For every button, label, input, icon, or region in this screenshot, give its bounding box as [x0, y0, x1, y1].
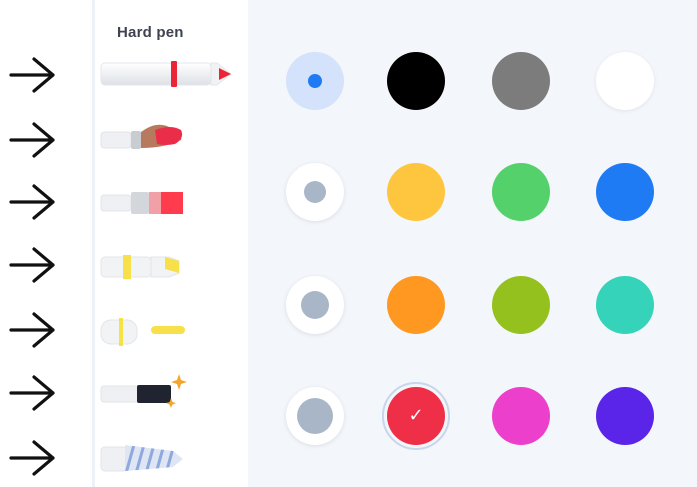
paintbrush-icon [100, 124, 183, 149]
tool-title: Hard pen [117, 24, 184, 41]
color-swatch-white[interactable] [596, 52, 654, 110]
arrow-right-icon [8, 182, 60, 222]
color-swatch-lime[interactable] [492, 276, 550, 334]
brush-size-2[interactable] [286, 163, 344, 221]
brush-size-4[interactable] [286, 387, 344, 445]
arrow-right-icon [8, 120, 60, 160]
color-swatch-purple[interactable] [596, 387, 654, 445]
annotation-arrows [0, 0, 92, 487]
arrow-right-icon [8, 55, 60, 95]
color-swatch-yellow[interactable] [387, 163, 445, 221]
color-swatch-orange[interactable] [387, 276, 445, 334]
color-swatch-red[interactable]: ✓ [387, 387, 445, 445]
tool-flat-brush[interactable] [99, 182, 245, 222]
color-panel: ✓ [248, 0, 697, 487]
tool-marker[interactable] [99, 310, 245, 350]
color-swatch-black[interactable] [387, 52, 445, 110]
pattern-brush-icon [100, 445, 183, 472]
tool-paintbrush[interactable] [99, 118, 245, 158]
arrow-right-icon [8, 373, 60, 413]
tool-highlighter[interactable] [99, 245, 245, 285]
tool-pattern-brush[interactable] [99, 437, 245, 477]
size-dot [304, 181, 326, 203]
color-swatch-blue[interactable] [596, 163, 654, 221]
magic-pen-icon [100, 374, 187, 408]
highlighter-icon [100, 255, 180, 279]
flat-brush-icon [100, 192, 183, 214]
marker-icon [100, 318, 185, 346]
hard-pen-icon [100, 61, 232, 87]
color-swatch-teal[interactable] [596, 276, 654, 334]
size-dot [308, 74, 322, 88]
color-swatch-magenta[interactable] [492, 387, 550, 445]
arrow-right-icon [8, 438, 60, 478]
size-dot [297, 398, 333, 434]
tool-magic-pen[interactable] [99, 372, 245, 412]
color-swatch-green[interactable] [492, 163, 550, 221]
size-dot [301, 291, 329, 319]
brush-size-3[interactable] [286, 276, 344, 334]
tool-hard-pen[interactable] [99, 53, 245, 93]
tool-panel: Hard pen [92, 0, 249, 487]
arrow-right-icon [8, 310, 60, 350]
check-icon: ✓ [408, 405, 424, 426]
color-swatch-gray[interactable] [492, 52, 550, 110]
brush-size-1[interactable] [286, 52, 344, 110]
arrow-right-icon [8, 245, 60, 285]
